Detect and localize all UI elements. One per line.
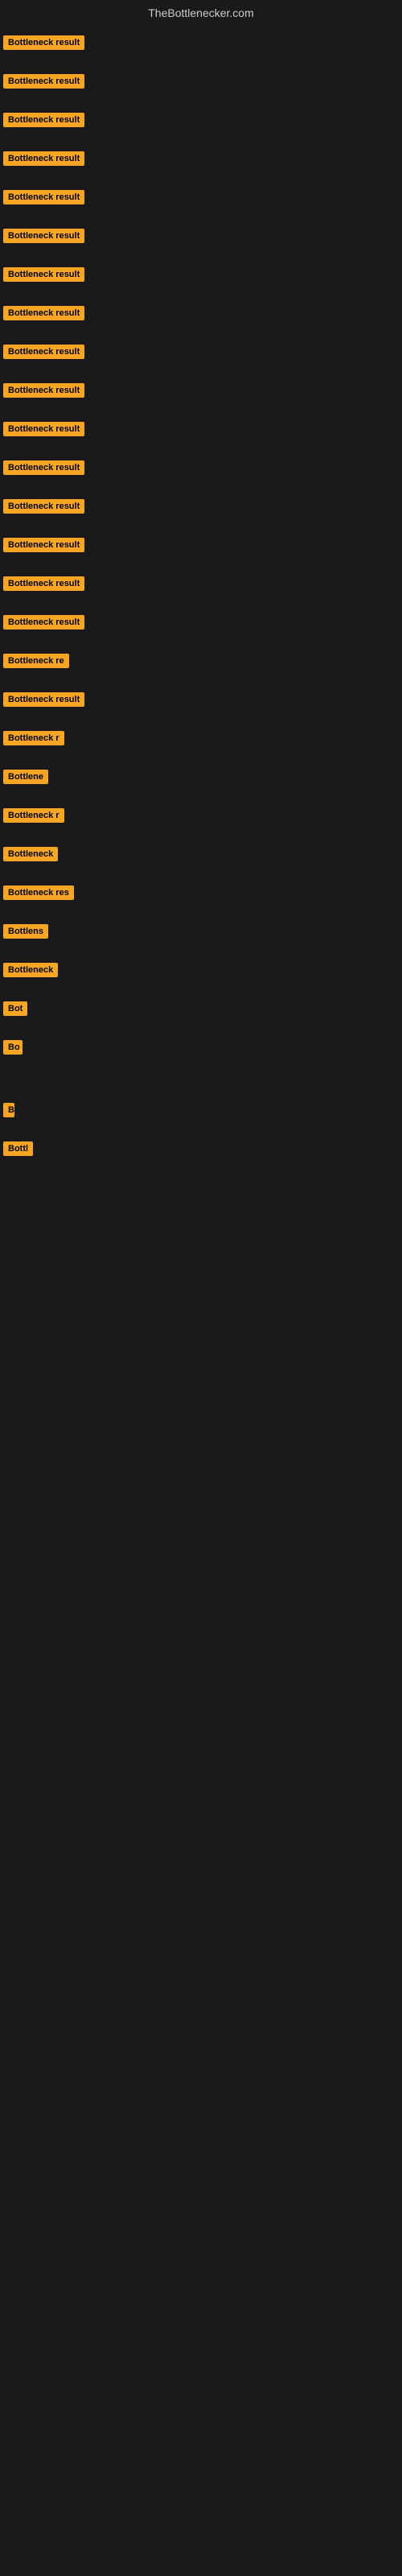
bottleneck-section-27 bbox=[0, 1066, 402, 1090]
bottleneck-badge[interactable]: Bottleneck result bbox=[3, 35, 84, 50]
bottleneck-section-18: Bottleneck r bbox=[0, 718, 402, 757]
bottleneck-section-14: Bottleneck result bbox=[0, 564, 402, 602]
bottleneck-section-8: Bottleneck result bbox=[0, 332, 402, 370]
bottleneck-item[interactable]: Bottleneck result bbox=[0, 572, 402, 596]
bottleneck-item[interactable] bbox=[0, 1074, 402, 1084]
page-container: TheBottlenecker.com Bottleneck result Bot… bbox=[0, 0, 402, 1167]
bottleneck-section-15: Bottleneck result bbox=[0, 602, 402, 641]
bottleneck-section-6: Bottleneck result bbox=[0, 254, 402, 293]
bottleneck-badge[interactable]: Bottl bbox=[3, 1141, 33, 1156]
bottleneck-badge[interactable]: Bottlens bbox=[3, 924, 48, 939]
bottleneck-item[interactable]: Bottleneck result bbox=[0, 687, 402, 712]
bottleneck-item[interactable]: Bottl bbox=[0, 1137, 402, 1161]
bottleneck-section-17: Bottleneck result bbox=[0, 679, 402, 718]
bottleneck-badge[interactable]: Bottleneck result bbox=[3, 615, 84, 630]
bottleneck-item[interactable]: Bottleneck result bbox=[0, 262, 402, 287]
bottleneck-item[interactable]: Bottleneck result bbox=[0, 610, 402, 634]
bottleneck-badge[interactable]: Bottleneck result bbox=[3, 383, 84, 398]
bottleneck-section-16: Bottleneck re bbox=[0, 641, 402, 679]
bottleneck-section-4: Bottleneck result bbox=[0, 177, 402, 216]
bottleneck-item[interactable]: Bottleneck re bbox=[0, 649, 402, 673]
bottleneck-section-3: Bottleneck result bbox=[0, 138, 402, 177]
bottleneck-badge[interactable]: Bottlene bbox=[3, 770, 48, 784]
bottleneck-item[interactable]: Bottleneck result bbox=[0, 301, 402, 325]
bottleneck-badge[interactable]: Bottleneck result bbox=[3, 422, 84, 436]
bottleneck-badge[interactable]: Bottleneck bbox=[3, 963, 58, 977]
bottleneck-section-10: Bottleneck result bbox=[0, 409, 402, 448]
bottleneck-badge[interactable]: Bot bbox=[3, 1001, 27, 1016]
bottleneck-section-29: Bottl bbox=[0, 1129, 402, 1167]
bottleneck-item[interactable]: Bottleneck bbox=[0, 958, 402, 982]
bottleneck-section-28: B bbox=[0, 1090, 402, 1129]
bottleneck-item[interactable]: Bottleneck result bbox=[0, 417, 402, 441]
bottleneck-item[interactable]: Bottleneck result bbox=[0, 69, 402, 93]
bottleneck-badge[interactable]: Bottleneck result bbox=[3, 229, 84, 243]
bottleneck-badge[interactable]: Bottleneck result bbox=[3, 151, 84, 166]
bottleneck-badge[interactable]: Bo bbox=[3, 1040, 23, 1055]
bottleneck-badge[interactable]: Bottleneck result bbox=[3, 74, 84, 89]
bottleneck-section-5: Bottleneck result bbox=[0, 216, 402, 254]
bottleneck-section-9: Bottleneck result bbox=[0, 370, 402, 409]
bottleneck-section-19: Bottlene bbox=[0, 757, 402, 795]
bottleneck-badge[interactable]: Bottleneck re bbox=[3, 654, 69, 668]
bottleneck-section-11: Bottleneck result bbox=[0, 448, 402, 486]
bottleneck-section-26: Bo bbox=[0, 1027, 402, 1066]
bottleneck-item[interactable]: Bottleneck result bbox=[0, 224, 402, 248]
bottleneck-item[interactable]: B bbox=[0, 1098, 402, 1122]
bottleneck-badge[interactable]: Bottleneck result bbox=[3, 499, 84, 514]
bottleneck-item[interactable]: Bottleneck res bbox=[0, 881, 402, 905]
bottleneck-section-12: Bottleneck result bbox=[0, 486, 402, 525]
bottleneck-item[interactable]: Bottleneck result bbox=[0, 340, 402, 364]
bottleneck-item[interactable]: Bottleneck r bbox=[0, 803, 402, 828]
bottleneck-badge[interactable]: Bottleneck r bbox=[3, 731, 64, 745]
bottleneck-item[interactable]: Bottleneck result bbox=[0, 494, 402, 518]
bottleneck-badge[interactable]: Bottleneck result bbox=[3, 345, 84, 359]
bottleneck-section-7: Bottleneck result bbox=[0, 293, 402, 332]
bottleneck-section-0: Bottleneck result bbox=[0, 23, 402, 61]
bottleneck-badge[interactable]: Bottleneck result bbox=[3, 267, 84, 282]
bottleneck-item[interactable]: Bottlens bbox=[0, 919, 402, 943]
bottleneck-badge[interactable]: Bottleneck res bbox=[3, 886, 74, 900]
bottleneck-item[interactable]: Bottleneck result bbox=[0, 456, 402, 480]
bottleneck-badge[interactable]: Bottleneck result bbox=[3, 692, 84, 707]
bottleneck-badge[interactable]: B bbox=[3, 1103, 14, 1117]
bottleneck-item[interactable]: Bottleneck result bbox=[0, 378, 402, 402]
bottleneck-badge[interactable]: Bottleneck result bbox=[3, 306, 84, 320]
bottleneck-item[interactable]: Bottleneck result bbox=[0, 185, 402, 209]
bottleneck-section-13: Bottleneck result bbox=[0, 525, 402, 564]
site-title: TheBottlenecker.com bbox=[0, 0, 402, 23]
bottleneck-item[interactable]: Bottleneck r bbox=[0, 726, 402, 750]
bottleneck-badge[interactable]: Bottleneck result bbox=[3, 460, 84, 475]
bottleneck-section-25: Bot bbox=[0, 989, 402, 1027]
bottleneck-item[interactable]: Bottleneck result bbox=[0, 147, 402, 171]
bottleneck-item[interactable]: Bot bbox=[0, 997, 402, 1021]
bottleneck-item[interactable]: Bottleneck result bbox=[0, 533, 402, 557]
bottleneck-item[interactable]: Bottlene bbox=[0, 765, 402, 789]
bottleneck-badge[interactable]: Bottleneck r bbox=[3, 808, 64, 823]
bottleneck-badge[interactable]: Bottleneck bbox=[3, 847, 58, 861]
bottleneck-section-23: Bottlens bbox=[0, 911, 402, 950]
bottleneck-badge[interactable]: Bottleneck result bbox=[3, 538, 84, 552]
bottleneck-section-2: Bottleneck result bbox=[0, 100, 402, 138]
bottleneck-section-22: Bottleneck res bbox=[0, 873, 402, 911]
bottleneck-item[interactable]: Bottleneck result bbox=[0, 108, 402, 132]
bottleneck-section-21: Bottleneck bbox=[0, 834, 402, 873]
bottleneck-item[interactable]: Bo bbox=[0, 1035, 402, 1059]
bottleneck-item[interactable]: Bottleneck bbox=[0, 842, 402, 866]
bottleneck-badge[interactable]: Bottleneck result bbox=[3, 576, 84, 591]
bottleneck-badge[interactable]: Bottleneck result bbox=[3, 190, 84, 204]
bottleneck-section-20: Bottleneck r bbox=[0, 795, 402, 834]
bottleneck-section-1: Bottleneck result bbox=[0, 61, 402, 100]
bottleneck-item[interactable]: Bottleneck result bbox=[0, 31, 402, 55]
bottleneck-badge[interactable]: Bottleneck result bbox=[3, 113, 84, 127]
bottleneck-section-24: Bottleneck bbox=[0, 950, 402, 989]
